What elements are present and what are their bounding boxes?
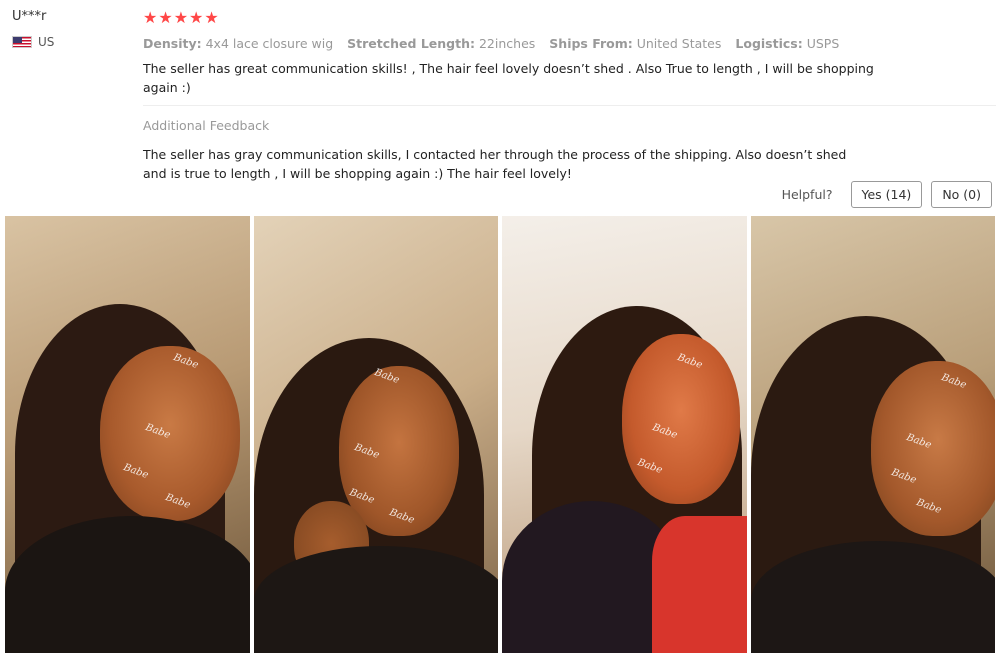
review-body: ★ ★ ★ ★ ★ Density: 4x4 lace closure wig … — [143, 8, 996, 183]
star-icon: ★ — [173, 8, 189, 27]
reviewer-info: U***r US — [12, 8, 132, 49]
product-attributes: Density: 4x4 lace closure wig Stretched … — [143, 35, 996, 53]
helpful-no-button[interactable]: No (0) — [931, 181, 992, 208]
attribute-logistics: Logistics: USPS — [735, 36, 840, 51]
additional-feedback-title: Additional Feedback — [143, 118, 270, 133]
star-rating: ★ ★ ★ ★ ★ — [143, 8, 996, 28]
review-photo-2[interactable]: Babe Babe Babe Babe — [253, 216, 498, 653]
reviewer-name: U***r — [12, 9, 47, 24]
attribute-ships-from: Ships From: United States — [549, 36, 722, 51]
star-icon: ★ — [158, 8, 173, 27]
review-photos: Babe Babe Babe Babe Babe Babe Babe Babe … — [5, 216, 995, 653]
review-photo-3[interactable]: Babe Babe Babe — [502, 216, 747, 653]
attribute-stretched-length: Stretched Length: 22inches — [347, 36, 536, 51]
review-photo-1[interactable]: Babe Babe Babe Babe — [5, 216, 250, 653]
divider — [143, 105, 996, 106]
helpful-vote: Helpful? Yes (14) No (0) — [782, 181, 992, 208]
helpful-yes-button[interactable]: Yes (14) — [850, 181, 923, 208]
additional-feedback-text: The seller has gray communication skills… — [143, 147, 847, 181]
reviewer-country: US — [12, 35, 132, 49]
attribute-density: Density: 4x4 lace closure wig — [143, 36, 334, 51]
review-photo-4[interactable]: Babe Babe Babe Babe — [750, 216, 995, 653]
star-icon: ★ — [189, 8, 204, 27]
star-icon: ★ — [204, 8, 219, 27]
star-icon: ★ — [143, 8, 158, 27]
helpful-label: Helpful? — [781, 187, 833, 202]
us-flag-icon — [12, 36, 32, 48]
review-text: The seller has great communication skill… — [143, 61, 874, 95]
country-label: US — [38, 35, 55, 49]
